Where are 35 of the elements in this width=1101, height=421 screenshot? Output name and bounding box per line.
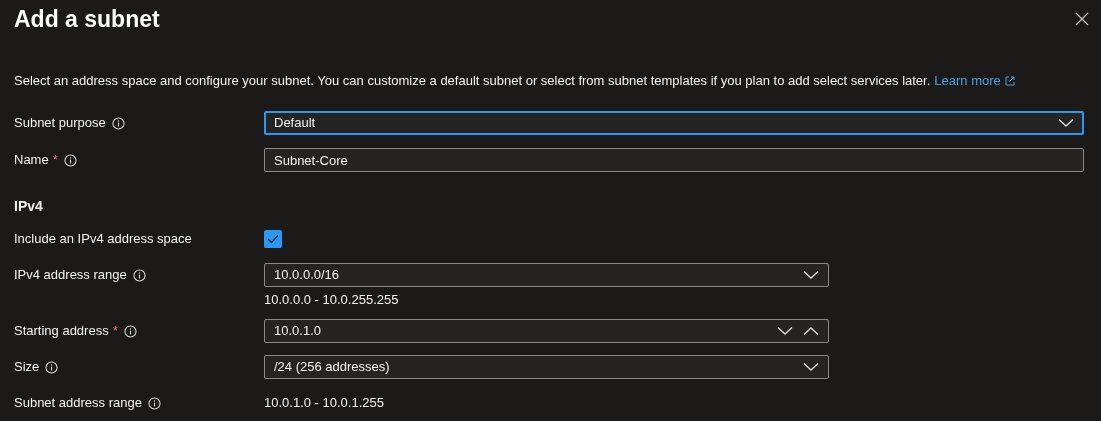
panel-title: Add a subnet xyxy=(14,4,160,34)
range-text: 10.0.0.0 - 10.0.255.255 xyxy=(264,293,400,307)
info-icon[interactable] xyxy=(147,396,161,410)
field-label: Name xyxy=(14,151,49,170)
required-mark: * xyxy=(52,151,58,170)
info-icon[interactable] xyxy=(45,360,59,374)
dropdown[interactable]: 10.0.0.0/16 xyxy=(264,263,829,287)
chevron-down-icon[interactable] xyxy=(803,362,819,372)
info-icon[interactable] xyxy=(123,324,137,338)
decrement-icon[interactable] xyxy=(777,326,793,336)
text-input[interactable]: Subnet-Core xyxy=(264,148,1084,172)
info-icon[interactable] xyxy=(111,116,125,130)
external-link-icon xyxy=(1004,76,1015,86)
description-text: Select an address space and configure your subnet. You can customize a default subnet or select from subnet templates if you plan to add select services later. xyxy=(14,72,931,90)
learn-more-link[interactable]: Learn more xyxy=(934,72,1015,90)
increment-icon[interactable] xyxy=(803,326,819,336)
field-label: Include an IPv4 address space xyxy=(14,230,192,249)
field-label: IPv4 address range xyxy=(14,266,127,285)
field-label: Subnet purpose xyxy=(14,114,106,133)
field-value: 10.0.1.0 xyxy=(274,322,322,341)
chevron-down-icon[interactable] xyxy=(803,270,819,280)
dropdown[interactable]: Default xyxy=(264,111,1084,135)
dropdown[interactable]: /24 (256 addresses) xyxy=(264,355,829,379)
checkbox[interactable] xyxy=(264,230,282,248)
section-heading: IPv4 xyxy=(14,197,44,216)
field-label: Starting address xyxy=(14,322,109,341)
check-icon xyxy=(267,234,279,244)
info-icon[interactable] xyxy=(63,153,77,167)
close-icon[interactable] xyxy=(1075,12,1089,26)
field-value: 10.0.1.0 - 10.0.1.255 xyxy=(264,394,384,413)
info-icon[interactable] xyxy=(132,268,146,282)
field-label: Size xyxy=(14,358,40,377)
required-mark: * xyxy=(112,322,118,341)
chevron-down-icon[interactable] xyxy=(1058,118,1074,128)
field-label: Subnet address range xyxy=(14,394,142,413)
